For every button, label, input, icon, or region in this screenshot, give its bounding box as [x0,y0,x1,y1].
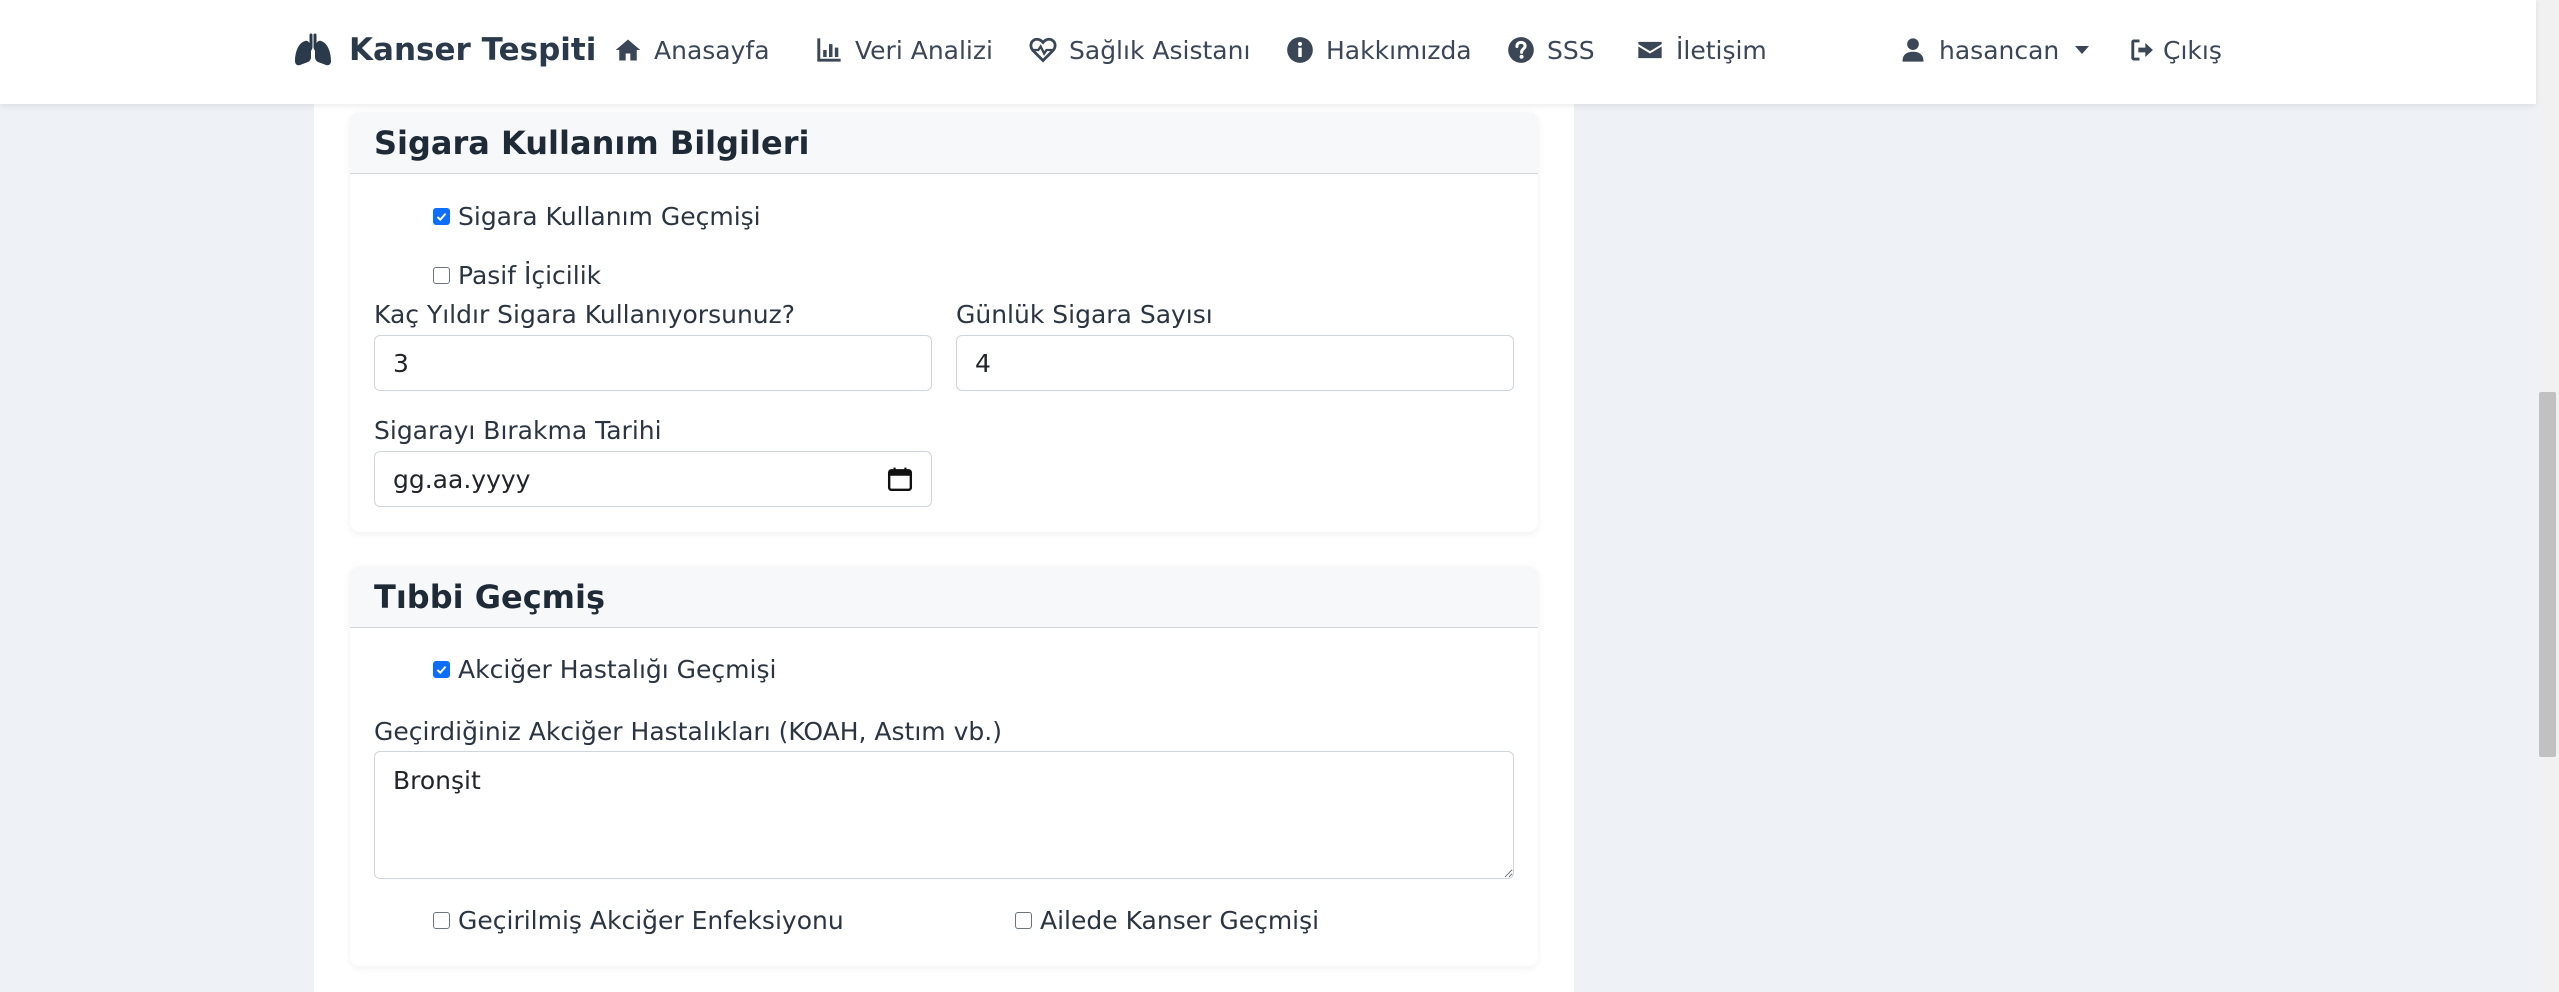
nav-health-assistant[interactable]: Sağlık Asistanı [1029,30,1250,70]
lungs-icon [295,33,331,66]
passive-smoking-checkbox[interactable]: Pasif İçicilik [433,261,601,290]
logout-link[interactable]: Çıkış [2129,30,2222,70]
envelope-icon [1638,41,1662,59]
nav-about[interactable]: Hakkımızda [1286,30,1472,70]
nav-data-analysis-label: Veri Analizi [855,35,993,65]
smoking-history-checkbox[interactable]: Sigara Kullanım Geçmişi [433,202,761,231]
username: hasancan [1939,35,2060,65]
smoking-years-value: 3 [393,348,409,378]
daily-cigarettes-value: 4 [975,348,991,378]
smoking-years-label: Kaç Yıldır Sigara Kullanıyorsunuz? [374,300,796,329]
info-icon [1287,37,1313,63]
brand-title: Kanser Tespiti [349,32,597,68]
checkbox-checked[interactable] [433,661,450,678]
lung-disease-history-label: Akciğer Hastalığı Geçmişi [458,655,777,684]
family-cancer-label: Ailede Kanser Geçmişi [1040,906,1320,935]
smoking-section-title: Sigara Kullanım Bilgileri [350,112,1538,174]
lung-diseases-textarea[interactable]: Bronşit [374,751,1514,879]
top-navbar: Kanser Tespiti Anasayfa Veri Analizi Sağ… [0,0,2536,104]
quit-date-input[interactable]: gg.aa.yyyy [374,451,932,507]
past-infection-label: Geçirilmiş Akciğer Enfeksiyonu [458,906,844,935]
user-icon [1902,38,1924,62]
nav-home-label: Anasayfa [654,35,770,65]
lung-disease-history-checkbox[interactable]: Akciğer Hastalığı Geçmişi [433,655,776,684]
question-icon [1508,37,1534,63]
quit-date-placeholder: gg.aa.yyyy [393,464,531,494]
heart-pulse-icon [1029,37,1057,63]
lung-diseases-label: Geçirdiğiniz Akciğer Hastalıkları (KOAH,… [374,717,1002,746]
nav-contact-label: İletişim [1676,35,1767,65]
checkbox-unchecked[interactable] [433,267,450,284]
nav-faq-label: SSS [1547,35,1595,65]
nav-data-analysis[interactable]: Veri Analizi [815,30,993,70]
nav-home[interactable]: Anasayfa [614,30,770,70]
user-dropdown[interactable]: hasancan [1899,30,2090,70]
checkbox-unchecked[interactable] [1015,912,1032,929]
scrollbar-thumb[interactable] [2539,392,2556,757]
checkbox-checked[interactable] [433,208,450,225]
check-icon [436,213,447,222]
medical-section-title: Tıbbi Geçmiş [350,566,1538,628]
daily-cigarettes-label: Günlük Sigara Sayısı [956,300,1213,329]
logout-label: Çıkış [2163,35,2222,65]
logout-icon [2131,39,2153,61]
check-icon [436,666,447,675]
family-cancer-checkbox[interactable]: Ailede Kanser Geçmişi [1015,906,1319,935]
brand[interactable]: Kanser Tespiti [293,30,596,70]
quit-date-label: Sigarayı Bırakma Tarihi [374,416,662,445]
nav-about-label: Hakkımızda [1326,35,1472,65]
daily-cigarettes-input[interactable]: 4 [956,335,1514,391]
smoking-history-label: Sigara Kullanım Geçmişi [458,202,761,231]
past-infection-checkbox[interactable]: Geçirilmiş Akciğer Enfeksiyonu [433,906,844,935]
page-scrollbar[interactable] [2536,0,2559,992]
nav-faq[interactable]: SSS [1507,30,1595,70]
checkbox-unchecked[interactable] [433,912,450,929]
home-icon [615,39,641,61]
passive-smoking-label: Pasif İçicilik [458,261,602,290]
nav-contact[interactable]: İletişim [1636,30,1767,70]
nav-health-assistant-label: Sağlık Asistanı [1069,35,1251,65]
chart-icon [817,38,841,62]
calendar-icon[interactable] [887,466,913,492]
smoking-years-input[interactable]: 3 [374,335,932,391]
chevron-down-icon [2075,46,2090,54]
